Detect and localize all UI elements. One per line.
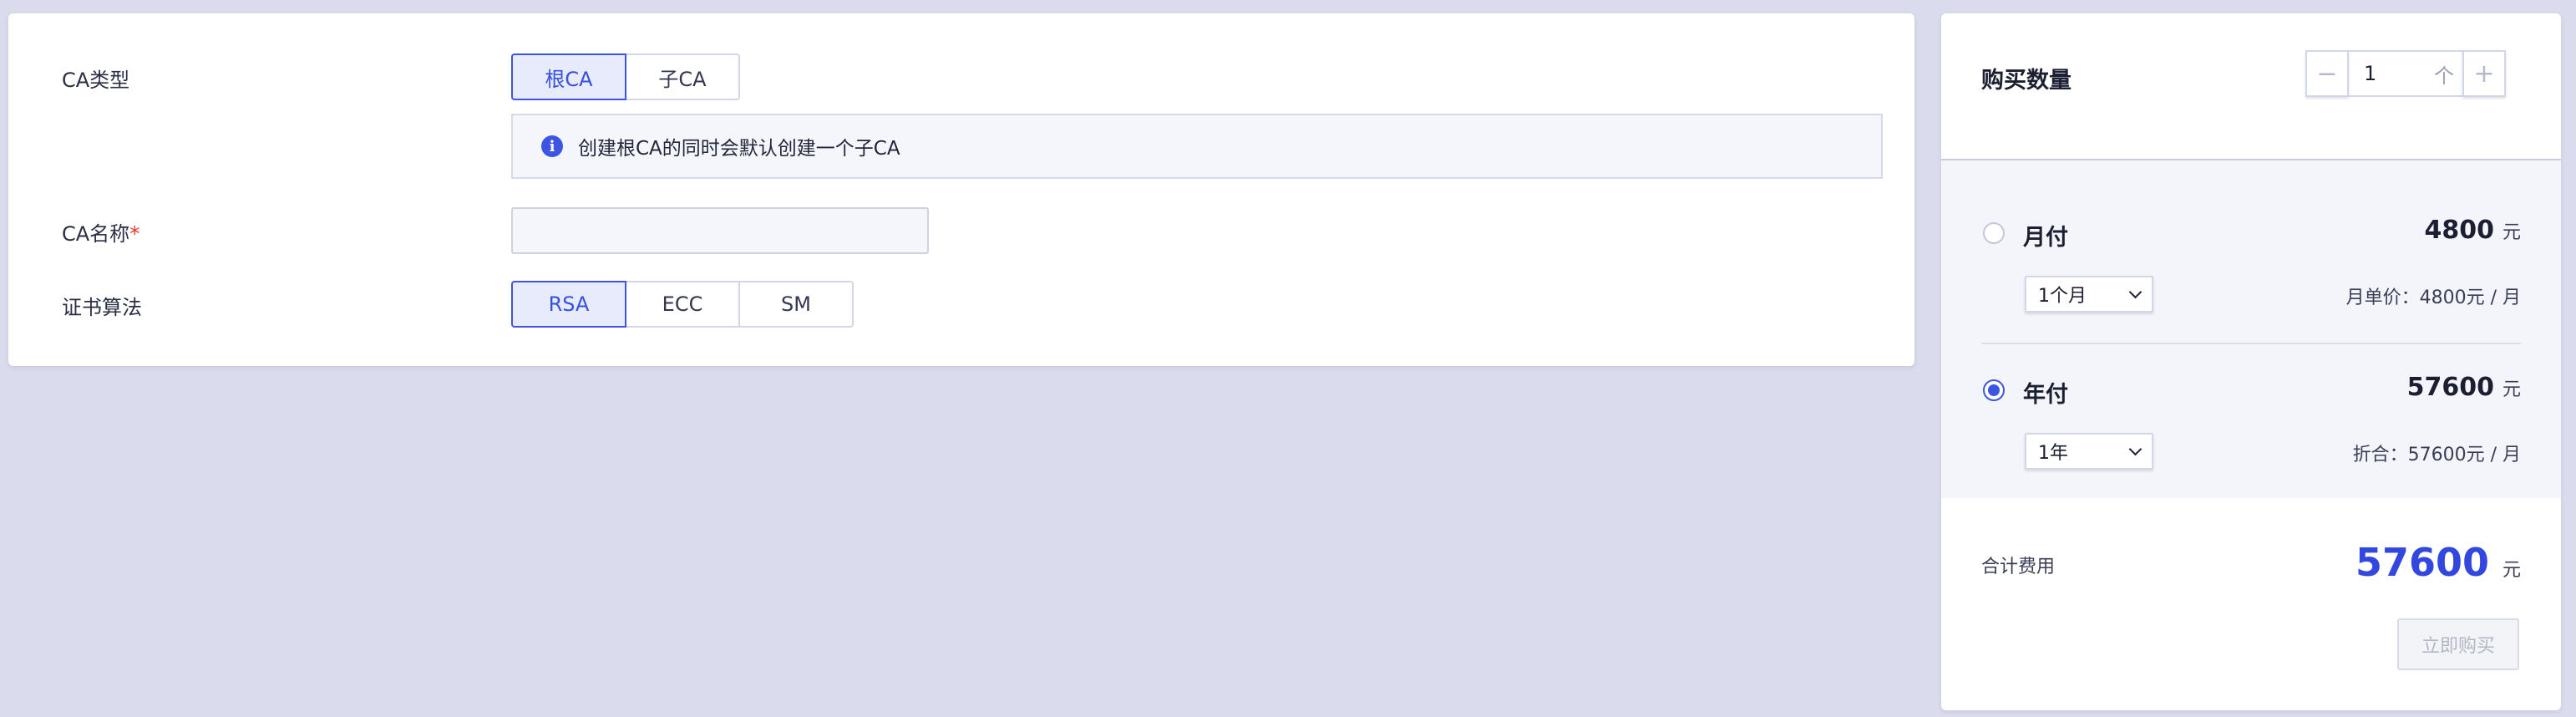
monthly-price-currency: 元 xyxy=(2502,222,2521,243)
ca-name-label-text: CA名称 xyxy=(62,222,130,246)
algorithm-selector: RSA ECC SM xyxy=(511,281,854,328)
quantity-label: 购买数量 xyxy=(1981,68,2071,94)
plan-divider xyxy=(1981,343,2521,344)
monthly-unit-price: 月单价：4800元 / 月 xyxy=(2345,287,2521,308)
quantity-input[interactable]: 1 个 xyxy=(2349,50,2462,97)
monthly-duration-select[interactable]: 1个月 xyxy=(2025,276,2153,313)
monthly-plan-name: 月付 xyxy=(2023,225,2068,251)
required-mark: * xyxy=(129,222,140,246)
monthly-price: 4800 元 xyxy=(2424,216,2521,245)
quantity-section: 购买数量 − 1 个 + xyxy=(1941,13,2561,160)
info-icon: i xyxy=(541,135,563,157)
total-label: 合计费用 xyxy=(1981,557,2056,577)
yearly-radio[interactable] xyxy=(1983,379,2005,401)
yearly-duration-value: 1年 xyxy=(2038,443,2068,464)
ca-name-input[interactable] xyxy=(511,207,929,254)
quantity-value: 1 xyxy=(2364,62,2377,85)
total-amount-value: 57600 xyxy=(2355,540,2489,585)
monthly-radio[interactable] xyxy=(1983,222,2005,244)
monthly-price-value: 4800 xyxy=(2424,216,2494,245)
chevron-down-icon xyxy=(2128,442,2142,455)
total-amount: 57600 元 xyxy=(2355,540,2521,585)
algorithm-option-sm[interactable]: SM xyxy=(738,281,854,328)
notice-text: 创建根CA的同时会默认创建一个子CA xyxy=(578,138,900,160)
yearly-price: 57600 元 xyxy=(2407,373,2521,402)
algorithm-label: 证书算法 xyxy=(62,296,142,319)
chevron-down-icon xyxy=(2128,285,2142,298)
ca-type-option-sub[interactable]: 子CA xyxy=(625,53,740,100)
quantity-stepper: − 1 个 + xyxy=(2305,50,2506,97)
billing-plans: 月付 4800 元 1个月 月单价：4800元 / 月 年付 57600 元 1… xyxy=(1941,160,2561,498)
ca-type-notice: i 创建根CA的同时会默认创建一个子CA xyxy=(511,114,1883,179)
plus-button[interactable]: + xyxy=(2462,50,2506,97)
minus-button[interactable]: − xyxy=(2305,50,2349,97)
yearly-plan-name: 年付 xyxy=(2023,382,2068,408)
algorithm-option-rsa[interactable]: RSA xyxy=(511,281,626,328)
ca-type-selector: 根CA 子CA xyxy=(511,53,740,100)
yearly-unit-price: 折合：57600元 / 月 xyxy=(2352,445,2521,465)
buy-now-button[interactable]: 立即购买 xyxy=(2397,618,2519,670)
ca-type-label: CA类型 xyxy=(62,69,130,92)
yearly-duration-select[interactable]: 1年 xyxy=(2025,433,2153,470)
ca-config-card: CA类型 根CA 子CA i 创建根CA的同时会默认创建一个子CA CA名称* … xyxy=(8,13,1914,366)
algorithm-option-ecc[interactable]: ECC xyxy=(625,281,740,328)
ca-name-label: CA名称* xyxy=(62,217,139,247)
yearly-price-currency: 元 xyxy=(2502,379,2521,400)
yearly-price-value: 57600 xyxy=(2406,373,2494,402)
monthly-duration-value: 1个月 xyxy=(2038,286,2087,307)
total-amount-currency: 元 xyxy=(2502,560,2521,581)
quantity-unit: 个 xyxy=(2434,64,2454,88)
price-panel: 购买数量 − 1 个 + 月付 4800 元 1个月 月单价：4800元 / 月… xyxy=(1941,13,2561,710)
ca-type-option-root[interactable]: 根CA xyxy=(511,53,626,100)
